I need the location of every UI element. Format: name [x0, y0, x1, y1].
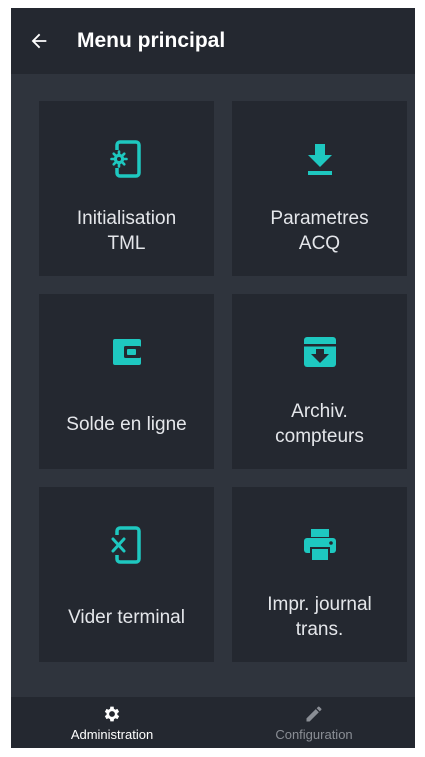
phone-erase-icon [110, 526, 141, 564]
tile-solde-en-ligne[interactable]: Solde en ligne [39, 294, 214, 469]
phone-settings-icon [109, 140, 141, 178]
tile-initialisation-tml[interactable]: Initialisation TML [39, 101, 214, 276]
tile-impr-journal[interactable]: Impr. journal trans. [232, 487, 407, 662]
wallet-icon [112, 339, 141, 365]
back-button[interactable] [11, 8, 67, 74]
nav-administration[interactable]: Administration [11, 697, 213, 748]
page-title: Menu principal [77, 29, 226, 52]
tile-label: Archiv. compteurs [275, 401, 364, 447]
tile-vider-terminal[interactable]: Vider terminal [39, 487, 214, 662]
tile-label: Parametres ACQ [270, 208, 369, 254]
bottom-nav: Administration Configuration [11, 697, 415, 748]
pencil-icon [306, 706, 322, 721]
nav-configuration[interactable]: Configuration [213, 697, 415, 748]
download-icon [307, 144, 332, 175]
tile-parametres-acq[interactable]: Parametres ACQ [232, 101, 407, 276]
nav-label: Administration [70, 726, 154, 742]
tile-label: Impr. journal trans. [267, 594, 372, 640]
menu-grid: Initialisation TML Parametres ACQ Solde … [39, 101, 407, 662]
tile-label: Vider terminal [68, 606, 185, 628]
screen: Menu principal Initialisation TML Parame… [11, 8, 415, 748]
tile-label: Solde en ligne [66, 413, 187, 435]
archive-icon [303, 337, 336, 367]
tile-label: Initialisation TML [76, 208, 177, 254]
nav-label: Configuration [275, 726, 353, 742]
gear-icon [104, 706, 120, 721]
printer-icon [303, 529, 336, 562]
tile-archiv-compteurs[interactable]: Archiv. compteurs [232, 294, 407, 469]
app-bar: Menu principal [11, 8, 415, 74]
arrow-left-icon [31, 33, 47, 49]
